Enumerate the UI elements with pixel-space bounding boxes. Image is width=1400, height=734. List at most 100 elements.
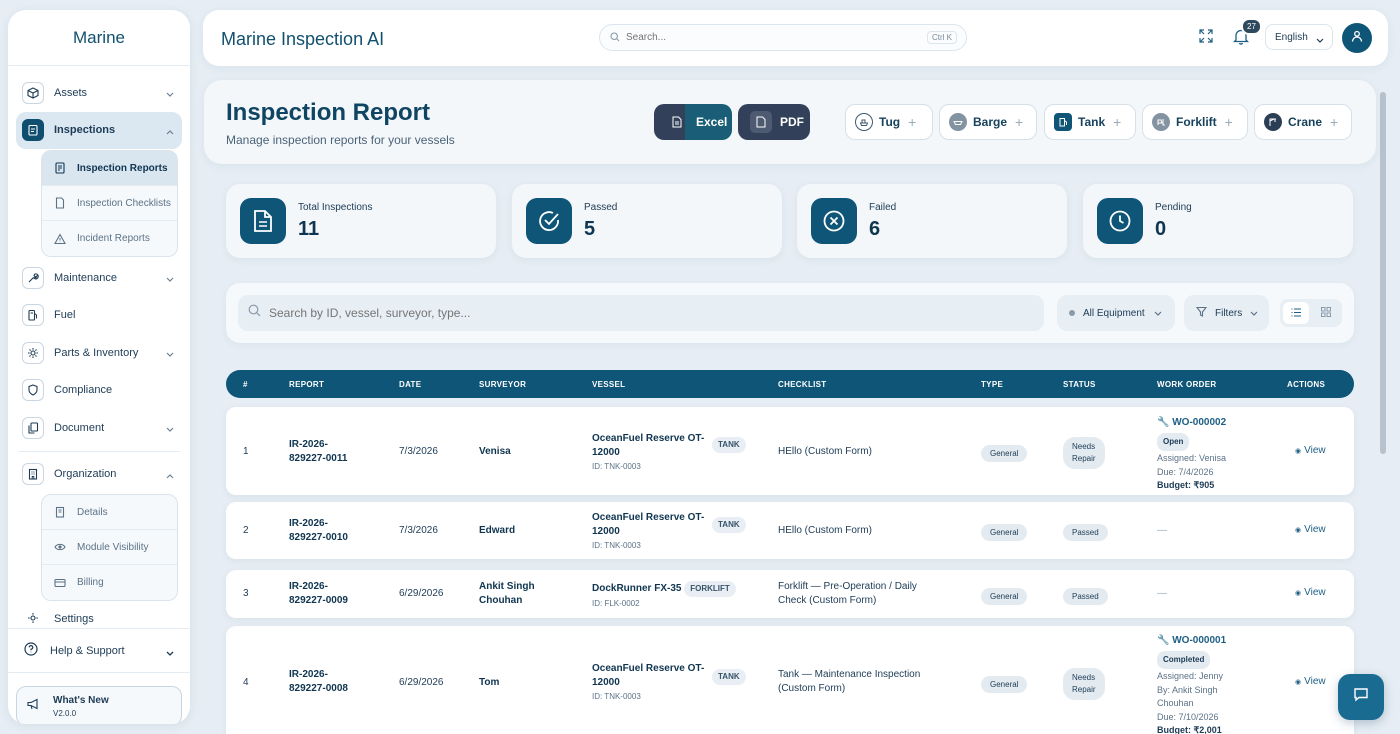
user-avatar[interactable]	[1342, 23, 1372, 53]
filters-button[interactable]: Filters	[1184, 295, 1269, 331]
notification-badge: 27	[1241, 18, 1262, 35]
column-header: REPORT	[289, 380, 325, 389]
equipment-filter[interactable]: All Equipment	[1057, 295, 1175, 331]
grid-icon	[1321, 304, 1331, 322]
brand-name: Marine	[8, 10, 190, 66]
scrollbar-thumb[interactable]	[1380, 92, 1386, 454]
export-excel-button[interactable]: Excel	[654, 104, 732, 140]
inspections-submenu: Inspection Reports Inspection Checklists…	[41, 150, 178, 257]
report-date: 6/29/2026	[399, 677, 444, 688]
column-header: CHECKLIST	[778, 380, 827, 389]
add-tug-button[interactable]: Tug +	[845, 104, 933, 140]
document-icon	[240, 198, 286, 244]
table-header: # REPORT DATE SURVEYOR VESSEL CHECKLIST …	[226, 370, 1354, 398]
table-row[interactable]: 4 IR-2026- 829227-0008 6/29/2026 Tom Ocea…	[226, 626, 1354, 734]
global-search[interactable]: Ctrl K	[599, 24, 967, 51]
column-header: TYPE	[981, 380, 1004, 389]
fuel-icon	[22, 304, 44, 327]
stat-label: Total Inspections	[298, 202, 373, 213]
sidebar-item-settings[interactable]: Settings	[8, 603, 190, 627]
work-order-link[interactable]: 🔧 WO-000002	[1157, 416, 1226, 430]
view-button[interactable]: ◉ View	[1295, 587, 1326, 598]
checklist: HEllo (Custom Form)	[778, 525, 872, 536]
app-title: Marine Inspection AI	[221, 29, 385, 49]
sidebar-item-label: Maintenance	[54, 271, 117, 284]
tank-icon	[1054, 113, 1072, 131]
sidebar-subitem-details[interactable]: Details	[42, 495, 177, 530]
whats-new-button[interactable]: What's New V2.0.0	[16, 686, 182, 724]
chevron-up-icon	[166, 470, 174, 482]
sidebar-item-fuel[interactable]: Fuel	[8, 297, 190, 335]
status-badge: Passed	[1063, 588, 1108, 605]
forklift-icon	[1152, 113, 1170, 131]
sidebar-subitem-inspection-checklists[interactable]: Inspection Checklists	[42, 186, 177, 221]
language-select[interactable]: English	[1265, 24, 1333, 50]
report-id[interactable]: IR-2026- 829227-0011	[289, 438, 347, 466]
report-id[interactable]: IR-2026- 829227-0010	[289, 517, 348, 545]
add-crane-button[interactable]: Crane +	[1254, 104, 1352, 140]
report-id[interactable]: IR-2026- 829227-0008	[289, 668, 348, 696]
equipment-filter-label: All Equipment	[1083, 307, 1145, 319]
work-order-status: Open	[1157, 433, 1190, 451]
table-row[interactable]: 3 IR-2026- 829227-0009 6/29/2026 Ankit Si…	[226, 570, 1354, 618]
list-view-button[interactable]	[1283, 302, 1309, 324]
work-order-status: Completed	[1157, 651, 1211, 669]
grid-view-button[interactable]	[1313, 302, 1339, 324]
add-forklift-button[interactable]: Forklift +	[1142, 104, 1248, 140]
vessel: DockRunner FX-35 FORKLIFT ID: FLK-0002	[592, 581, 736, 611]
sidebar-footer: Help & Support What's New V2.0.0	[8, 628, 190, 724]
eye-icon	[52, 539, 68, 555]
work-order-link[interactable]: 🔧 WO-000001	[1157, 634, 1226, 648]
chat-bubble-icon	[1353, 687, 1369, 707]
sidebar-subitem-incident-reports[interactable]: Incident Reports	[42, 221, 177, 256]
view-button[interactable]: ◉ View	[1295, 676, 1326, 687]
barge-label: Barge	[973, 115, 1008, 129]
table-row[interactable]: 2 IR-2026- 829227-0010 7/3/2026 Edward Oc…	[226, 502, 1354, 559]
organization-submenu: Details Module Visibility Billing	[41, 494, 178, 601]
view-button[interactable]: ◉ View	[1295, 524, 1326, 535]
eye-icon: ◉	[1295, 678, 1302, 686]
report-id[interactable]: IR-2026- 829227-0009	[289, 580, 348, 608]
eye-icon: ◉	[1295, 526, 1302, 534]
tug-label: Tug	[879, 115, 901, 129]
sidebar-item-maintenance[interactable]: Maintenance	[8, 259, 190, 297]
sidebar-item-compliance[interactable]: Compliance	[8, 372, 190, 410]
sub-label: Billing	[77, 577, 104, 588]
sidebar-subitem-billing[interactable]: Billing	[42, 565, 177, 600]
stat-label: Pending	[1155, 202, 1192, 213]
spreadsheet-icon	[666, 111, 688, 133]
chevron-down-icon	[166, 88, 174, 100]
view-button[interactable]: ◉ View	[1295, 445, 1326, 456]
report-search[interactable]	[238, 295, 1044, 331]
report-search-input[interactable]	[269, 306, 969, 320]
table-row[interactable]: 1 IR-2026- 829227-0011 7/3/2026 Venisa Oc…	[226, 407, 1354, 495]
sidebar-item-organization[interactable]: Organization	[8, 456, 190, 494]
fullscreen-icon[interactable]	[1199, 29, 1213, 48]
filter-bar: All Equipment Filters	[226, 283, 1354, 343]
report-date: 6/29/2026	[399, 588, 444, 599]
stat-value: 0	[1155, 218, 1167, 240]
view-toggle	[1280, 299, 1342, 327]
sidebar-item-label: Parts & Inventory	[54, 346, 139, 359]
export-pdf-button[interactable]: PDF	[738, 104, 810, 140]
plus-icon: +	[908, 114, 917, 130]
vessel: OceanFuel Reserve OT- 12000 ID: TNK-0003	[592, 663, 705, 701]
add-barge-button[interactable]: Barge +	[939, 104, 1037, 140]
column-header: VESSEL	[592, 380, 626, 389]
sidebar-item-assets[interactable]: Assets	[8, 74, 190, 112]
divider	[18, 450, 180, 452]
sidebar-item-label: Settings	[54, 613, 94, 625]
crane-icon	[1264, 113, 1282, 131]
sidebar-subitem-module-visibility[interactable]: Module Visibility	[42, 530, 177, 565]
column-header: ACTIONS	[1287, 380, 1326, 389]
sidebar-item-parts-inventory[interactable]: Parts & Inventory	[8, 334, 190, 372]
vessel-type-tag: FORKLIFT	[684, 581, 736, 597]
sidebar-item-inspections[interactable]: Inspections	[16, 111, 182, 149]
sidebar-item-label: Organization	[54, 468, 117, 481]
chat-button[interactable]	[1338, 674, 1384, 720]
add-tank-button[interactable]: Tank +	[1044, 104, 1136, 140]
search-input[interactable]	[626, 32, 906, 43]
sidebar-subitem-inspection-reports[interactable]: Inspection Reports	[42, 151, 177, 186]
sidebar-item-document[interactable]: Document	[8, 409, 190, 447]
help-support-item[interactable]: Help & Support	[8, 629, 190, 673]
